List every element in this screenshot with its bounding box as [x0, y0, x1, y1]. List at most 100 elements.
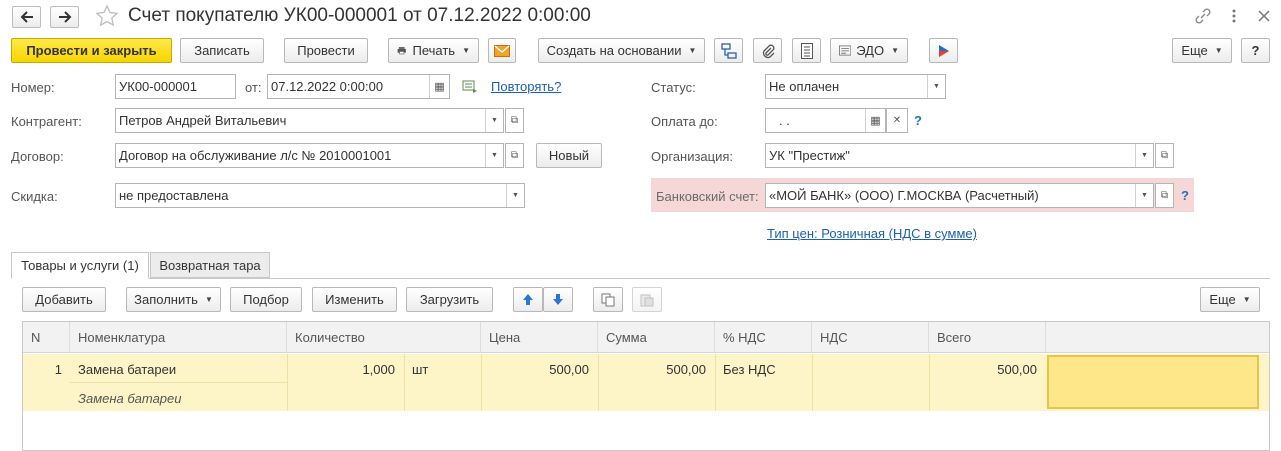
bank-account-help-icon[interactable]: ? [1181, 188, 1189, 203]
column-header-qty[interactable]: Количество [287, 322, 481, 353]
bank-account-field[interactable]: «МОЙ БАНК» (ООО) Г.МОСКВА (Расчетный) ▼ [765, 183, 1154, 208]
paperclip-icon [762, 44, 774, 58]
load-button[interactable]: Загрузить [406, 287, 493, 312]
arrow-left-icon [20, 11, 33, 23]
table-more-label: Еще [1209, 292, 1236, 307]
status-field[interactable]: Не оплачен ▼ [765, 74, 946, 99]
arrow-up-icon [523, 294, 533, 305]
paste-rows-button[interactable] [632, 287, 662, 312]
chevron-down-icon: ▼ [891, 46, 899, 55]
row-quantity[interactable]: 1,000 [287, 362, 395, 377]
date-from-label: от: [245, 80, 262, 95]
open-bank-account-button[interactable]: ⧉ [1155, 183, 1174, 208]
vertical-dots-icon[interactable] [1230, 8, 1238, 24]
open-organization-button[interactable]: ⧉ [1155, 143, 1174, 168]
close-icon[interactable] [1258, 10, 1270, 22]
table-more-button[interactable]: Еще ▼ [1200, 287, 1260, 312]
forward-button[interactable] [50, 6, 79, 28]
row-unit[interactable]: шт [412, 362, 428, 377]
more-button[interactable]: Еще ▼ [1172, 38, 1232, 63]
open-counterparty-button[interactable]: ⧉ [505, 108, 524, 133]
chevron-down-icon: ▼ [204, 295, 213, 304]
pay-until-label: Оплата до: [651, 114, 718, 129]
column-header-filler [1046, 322, 1269, 353]
clear-date-button[interactable]: ✕ [886, 108, 908, 133]
back-button[interactable] [12, 6, 41, 28]
pick-button[interactable]: Подбор [230, 287, 302, 312]
column-header-price[interactable]: Цена [481, 322, 598, 353]
email-button[interactable] [488, 38, 516, 63]
price-type-link[interactable]: Тип цен: Розничная (НДС в сумме) [767, 226, 977, 241]
copy-icon [601, 293, 615, 306]
number-label: Номер: [11, 80, 55, 95]
column-header-vat-rate[interactable]: % НДС [715, 322, 812, 353]
attach-button[interactable] [753, 38, 782, 63]
number-field[interactable]: УК00-000001 [115, 74, 236, 99]
favorite-star-icon[interactable] [95, 4, 119, 28]
selected-cell[interactable] [1047, 355, 1259, 409]
counterparty-label: Контрагент: [11, 114, 82, 129]
status-label: Статус: [651, 80, 696, 95]
structure-button[interactable] [714, 38, 743, 63]
post-and-close-button[interactable]: Провести и закрыть [11, 38, 172, 63]
counterparty-field[interactable]: Петров Андрей Витальевич ▼ [115, 108, 504, 133]
column-header-item[interactable]: Номенклатура [70, 322, 287, 353]
column-header-sum[interactable]: Сумма [598, 322, 715, 353]
organization-field[interactable]: УК "Престиж" ▼ [765, 143, 1154, 168]
chevron-down-icon[interactable]: ▼ [1135, 184, 1153, 207]
add-row-button[interactable]: Добавить [22, 287, 106, 312]
row-total[interactable]: 500,00 [929, 362, 1037, 377]
contract-field[interactable]: Договор на обслуживание л/с № 2010001001… [115, 143, 504, 168]
new-contract-button[interactable]: Новый [536, 143, 602, 168]
chevron-down-icon[interactable]: ▼ [927, 75, 945, 98]
move-up-button[interactable] [513, 287, 543, 312]
chevron-down-icon[interactable]: ▼ [506, 184, 524, 207]
calendar-icon[interactable]: ▦ [865, 109, 885, 132]
repeat-icon[interactable] [462, 80, 478, 94]
move-down-button[interactable] [543, 287, 573, 312]
fill-button[interactable]: Заполнить ▼ [126, 287, 221, 312]
tab-returnable-containers[interactable]: Возвратная тара [150, 252, 270, 278]
column-header-vat[interactable]: НДС [812, 322, 929, 353]
link-icon[interactable] [1194, 7, 1212, 25]
save-button[interactable]: Записать [180, 38, 264, 63]
pay-until-help-icon[interactable]: ? [914, 113, 922, 128]
row-item[interactable]: Замена батареи [78, 362, 176, 377]
chevron-down-icon[interactable]: ▼ [1135, 144, 1153, 167]
service-button[interactable] [929, 38, 958, 63]
copy-rows-button[interactable] [593, 287, 623, 312]
row-price[interactable]: 500,00 [481, 362, 589, 377]
calendar-icon[interactable]: ▦ [429, 75, 449, 98]
print-label: Печать [412, 43, 456, 58]
create-based-button[interactable]: Создать на основании ▼ [538, 38, 705, 63]
print-button[interactable]: Печать ▼ [388, 38, 479, 63]
window-title: Счет покупателю УК00-000001 от 07.12.202… [128, 5, 591, 26]
row-sum[interactable]: 500,00 [598, 362, 706, 377]
column-header-total[interactable]: Всего [929, 322, 1046, 353]
edo-button[interactable]: ЭДО ▼ [830, 38, 908, 63]
counterparty-value: Петров Андрей Витальевич [119, 113, 287, 128]
row-vat-rate[interactable]: Без НДС [723, 362, 776, 377]
date-field[interactable]: 07.12.2022 0:00:00 ▦ [267, 74, 450, 99]
row-number: 1 [54, 362, 62, 377]
printer-icon [397, 47, 406, 55]
help-button[interactable]: ? [1241, 38, 1270, 63]
chevron-down-icon[interactable]: ▼ [485, 144, 503, 167]
chevron-down-icon[interactable]: ▼ [485, 109, 503, 132]
post-button[interactable]: Провести [284, 38, 368, 63]
chevron-down-icon: ▼ [1242, 295, 1251, 304]
edo-icon [839, 45, 852, 56]
open-contract-button[interactable]: ⧉ [505, 143, 524, 168]
report-button[interactable] [792, 38, 821, 63]
envelope-icon [494, 44, 510, 57]
repeat-link[interactable]: Повторять? [491, 79, 561, 94]
edit-button[interactable]: Изменить [312, 287, 397, 312]
pay-until-field[interactable]: . . ▦ [765, 108, 886, 133]
tabs-baseline [11, 278, 1270, 279]
date-value: 07.12.2022 0:00:00 [271, 79, 384, 94]
tab-goods-services[interactable]: Товары и услуги (1) [11, 252, 149, 279]
column-header-n[interactable]: N [23, 322, 70, 353]
discount-field[interactable]: не предоставлена ▼ [115, 183, 525, 208]
tab-goods-services-label: Товары и услуги (1) [21, 258, 139, 273]
chevron-down-icon: ▼ [1214, 46, 1223, 55]
